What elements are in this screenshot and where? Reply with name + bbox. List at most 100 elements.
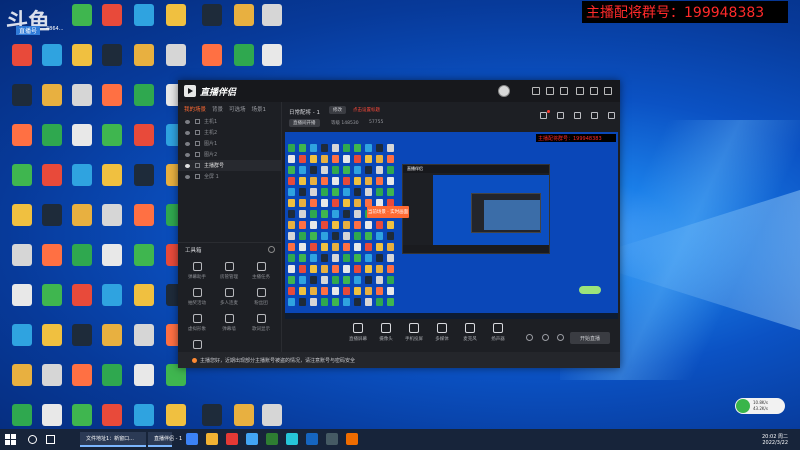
desktop-icon[interactable] <box>36 284 68 322</box>
desktop-icon[interactable] <box>128 204 160 242</box>
desktop-icon[interactable] <box>160 364 192 402</box>
desktop-icon[interactable] <box>6 204 38 242</box>
settings-icon[interactable] <box>546 87 554 95</box>
lock-icon[interactable] <box>195 152 200 157</box>
desktop-icon[interactable] <box>36 364 68 402</box>
desktop-icon[interactable] <box>128 324 160 362</box>
clock-time[interactable]: 20:02 周二 <box>748 433 788 440</box>
tab-background[interactable]: 背景 <box>212 105 223 113</box>
desktop-icon[interactable] <box>128 44 160 82</box>
wechat-icon[interactable] <box>266 433 278 445</box>
tab-optional[interactable]: 可选场 <box>229 105 246 113</box>
desktop-icon[interactable] <box>196 44 228 82</box>
desktop-icon[interactable] <box>66 284 98 322</box>
desktop-icon[interactable] <box>128 124 160 162</box>
title-hint[interactable]: 点击设置标题 <box>353 107 380 113</box>
speaker-button[interactable]: 扬声器 <box>485 320 511 346</box>
lock-icon[interactable] <box>195 174 200 179</box>
desktop-icon[interactable] <box>6 164 38 202</box>
titlebar[interactable]: 直播伴侣 <box>178 80 620 102</box>
desktop-icon[interactable] <box>36 244 68 282</box>
desktop-icon[interactable] <box>36 44 68 82</box>
eye-icon[interactable] <box>185 130 190 135</box>
folder-icon[interactable] <box>206 433 218 445</box>
desktop-icon[interactable] <box>128 284 160 322</box>
desktop-icon[interactable] <box>128 244 160 282</box>
minimize-icon[interactable] <box>576 87 584 95</box>
scene-row[interactable]: 图片2 <box>178 149 281 160</box>
desktop-icon[interactable] <box>256 4 288 42</box>
layout-icon[interactable] <box>526 334 533 341</box>
close-icon[interactable] <box>604 87 612 95</box>
desktop-icon[interactable] <box>96 284 128 322</box>
edit-chip[interactable]: 修改 <box>329 106 346 114</box>
desktop-icon[interactable] <box>6 84 38 122</box>
desktop-icon[interactable] <box>66 164 98 202</box>
tool-button[interactable]: 弹幕助手 <box>182 260 212 286</box>
tab-scene1[interactable]: 场景1 <box>252 105 267 113</box>
microphone-button[interactable]: 麦克风 <box>457 320 483 346</box>
skin-icon[interactable] <box>560 87 568 95</box>
desktop-icon[interactable] <box>96 124 128 162</box>
desktop-icon[interactable] <box>66 364 98 402</box>
desktop-icon[interactable] <box>66 244 98 282</box>
scene-row[interactable]: 主播群号 <box>178 160 281 171</box>
app-icon[interactable] <box>306 433 318 445</box>
camera-button[interactable]: 摄像头 <box>373 320 399 346</box>
lock-icon[interactable] <box>195 163 200 168</box>
tool-button[interactable]: 主播任务 <box>246 260 276 286</box>
avatar[interactable] <box>498 85 510 97</box>
share-icon[interactable] <box>608 112 615 119</box>
task-view-icon[interactable] <box>46 435 55 444</box>
eye-icon[interactable] <box>185 152 190 157</box>
desktop-icon[interactable] <box>6 284 38 322</box>
bell-icon[interactable] <box>591 112 598 119</box>
eye-icon[interactable] <box>185 119 190 124</box>
scene-row[interactable]: 图片1 <box>178 138 281 149</box>
desktop-icon[interactable] <box>36 164 68 202</box>
desktop-icon[interactable] <box>66 84 98 122</box>
tool-button[interactable]: 抽奖活动 <box>182 286 212 312</box>
tool-button[interactable]: 粉丝团 <box>246 286 276 312</box>
qq-icon[interactable] <box>286 433 298 445</box>
lock-icon[interactable] <box>195 130 200 135</box>
app-icon[interactable] <box>326 433 338 445</box>
desktop-icon[interactable] <box>36 124 68 162</box>
gear-icon[interactable] <box>557 334 564 341</box>
live-app-icon[interactable] <box>346 433 358 445</box>
desktop-icon[interactable] <box>96 84 128 122</box>
collapse-icon[interactable] <box>268 246 275 253</box>
eye-icon[interactable] <box>185 141 190 146</box>
search-icon[interactable] <box>28 435 37 444</box>
taskbar-app-live[interactable]: 直播伴侣 - 1 <box>148 432 182 447</box>
desktop-icon[interactable] <box>66 4 98 42</box>
screen-capture-button[interactable]: 直播屏幕 <box>345 320 371 346</box>
desktop-icon[interactable] <box>6 124 38 162</box>
record-icon[interactable] <box>574 112 581 119</box>
desktop-icon[interactable] <box>66 324 98 362</box>
message-icon[interactable] <box>532 87 540 95</box>
desktop-icon[interactable] <box>66 204 98 242</box>
stream-preview[interactable]: 主播配将群号：199948383 直播伴侣 当前场景 · 实时画面 <box>285 132 618 319</box>
desktop-icon[interactable] <box>96 244 128 282</box>
maximize-icon[interactable] <box>590 87 598 95</box>
desktop-icon[interactable] <box>66 44 98 82</box>
desktop-icon[interactable] <box>128 364 160 402</box>
desktop-icon[interactable] <box>6 244 38 282</box>
phone-cast-button[interactable]: 手机投屏 <box>401 320 427 346</box>
gift-icon[interactable] <box>540 112 547 119</box>
tab-my-scenes[interactable]: 我的场景 <box>184 105 206 113</box>
tool-button[interactable]: 虚拟形象 <box>182 312 212 338</box>
desktop-icon[interactable] <box>96 364 128 402</box>
start-live-button[interactable]: 开始直播 <box>570 332 610 344</box>
clock-date[interactable]: 2022/3/22 <box>748 440 788 446</box>
desktop-icon[interactable] <box>36 324 68 362</box>
desktop-icon[interactable] <box>160 4 192 42</box>
desktop-icon[interactable] <box>96 164 128 202</box>
streaming-app-window[interactable]: 直播伴侣 我的场景 背景 可选场 场景1 主机1 主机2 图片1 图片2 主播群… <box>178 80 620 368</box>
edge-icon[interactable] <box>246 433 258 445</box>
eye-icon[interactable] <box>185 174 190 179</box>
eye-icon[interactable] <box>185 163 190 168</box>
desktop-icon[interactable] <box>96 204 128 242</box>
desktop-icon[interactable] <box>160 44 192 82</box>
